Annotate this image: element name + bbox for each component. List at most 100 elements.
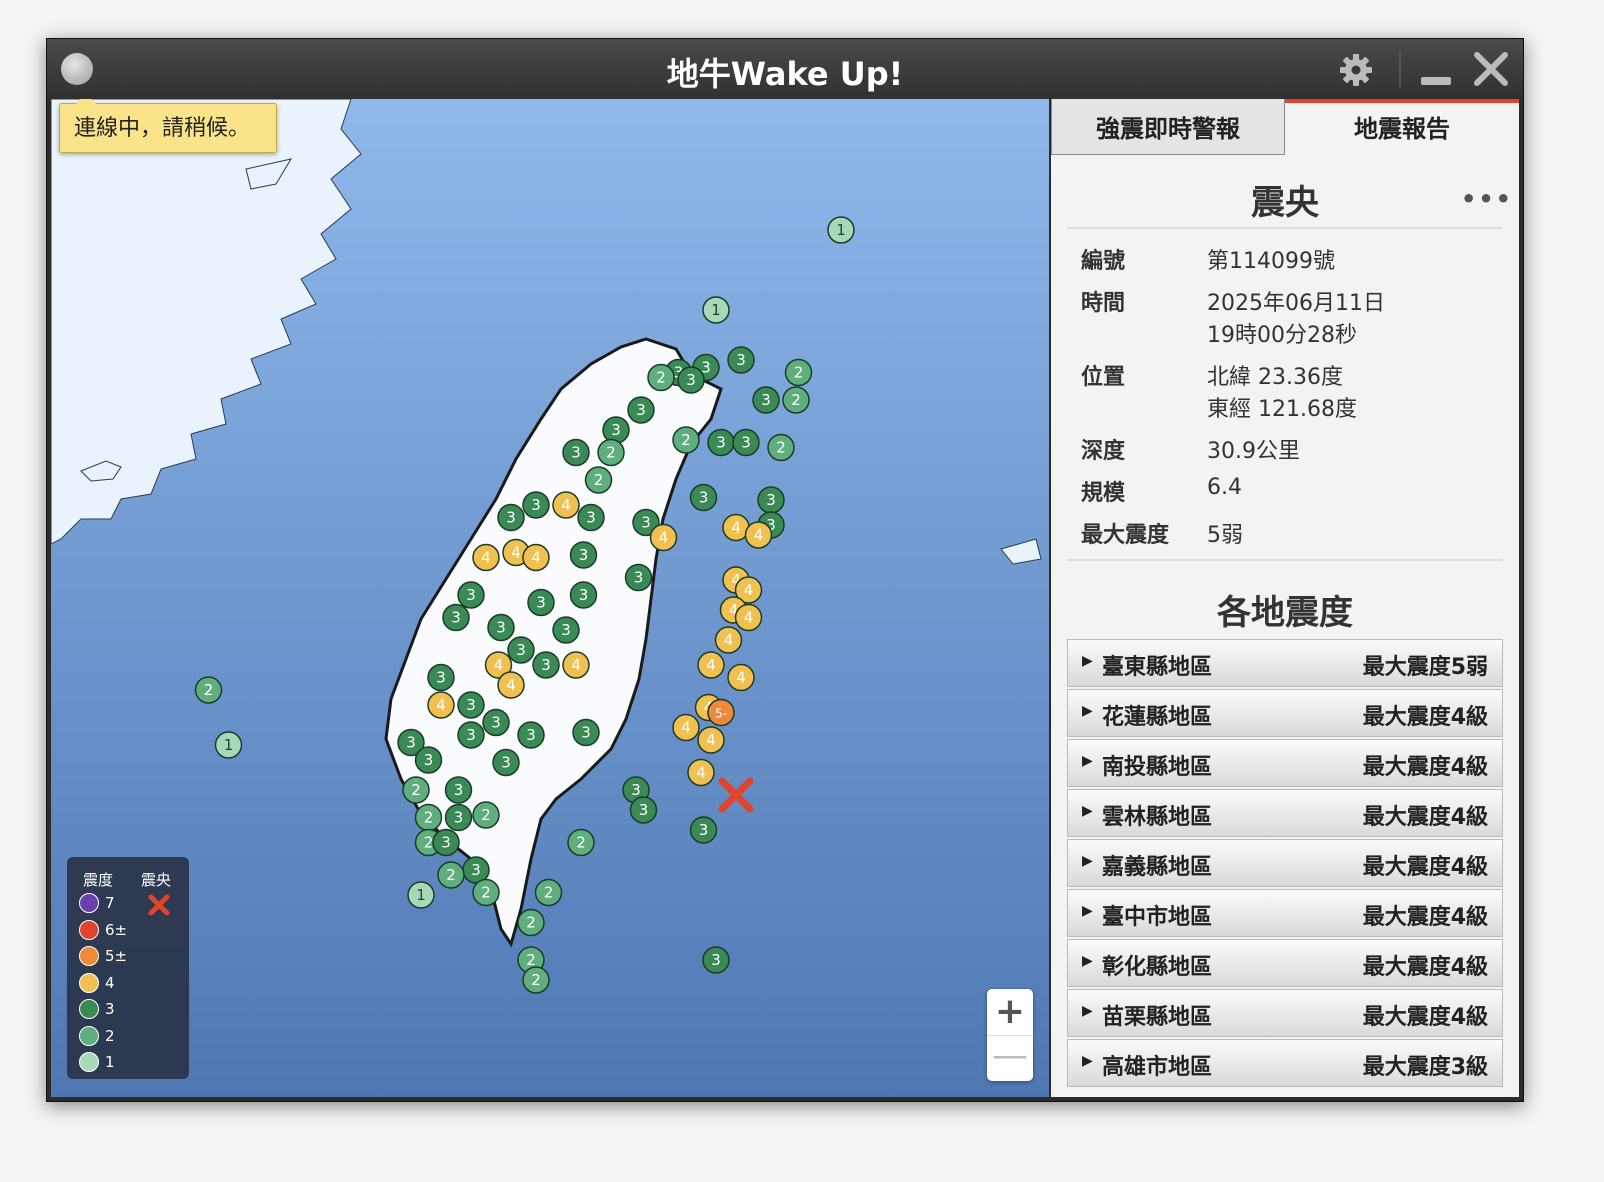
station-marker[interactable]: 4 (697, 651, 725, 679)
station-marker[interactable]: 3 (457, 691, 485, 719)
gear-icon[interactable] (1339, 53, 1373, 87)
station-marker[interactable]: 3 (517, 721, 545, 749)
station-marker[interactable]: 1 (702, 296, 730, 324)
station-intensity-label: 3 (579, 586, 589, 604)
station-marker[interactable]: 2 (597, 438, 625, 467)
zoom-in-button[interactable]: + (987, 989, 1033, 1035)
station-marker[interactable]: 4 (497, 671, 525, 699)
station-marker[interactable]: 3 (552, 616, 580, 644)
station-marker[interactable]: 3 (507, 636, 535, 664)
station-marker[interactable]: 2 (584, 466, 613, 494)
station-marker[interactable]: 3 (757, 486, 785, 514)
station-marker[interactable]: 3 (569, 581, 598, 609)
station-marker[interactable]: 1 (407, 881, 435, 909)
station-marker[interactable]: 3 (577, 503, 605, 532)
station-marker[interactable]: 3 (702, 946, 730, 974)
tab-realtime-alert[interactable]: 強震即時警報 (1051, 99, 1285, 155)
station-marker[interactable]: 4 (687, 758, 715, 787)
region-row-kaohsiung[interactable]: ▶ 高雄市地區 最大震度3級 (1067, 1039, 1503, 1087)
station-intensity-label: 4 (744, 581, 754, 599)
station-marker[interactable]: 3 (707, 428, 735, 457)
station-marker[interactable]: 3 (457, 581, 485, 609)
max-intensity-value: 5弱 (1207, 523, 1243, 548)
region-row-chiayi[interactable]: ▶ 嘉義縣地區 最大震度4級 (1067, 839, 1503, 887)
close-icon[interactable] (1471, 49, 1511, 89)
station-marker[interactable]: 2 (472, 878, 500, 907)
station-marker[interactable]: 2 (522, 966, 550, 994)
station-marker[interactable]: 3 (487, 613, 515, 642)
station-marker[interactable]: 3 (444, 803, 473, 832)
map-canvas[interactable]: 113332 3 223332 3 3 23 223 33 433 3344 44 4 4 33 443 3 3… (51, 99, 1049, 1097)
station-marker[interactable]: 3 (569, 541, 598, 569)
station-marker[interactable]: 2 (782, 386, 810, 414)
station-marker[interactable]: 4 (734, 603, 763, 632)
region-row-miaoli[interactable]: ▶ 苗栗縣地區 最大震度4級 (1067, 989, 1503, 1037)
station-marker[interactable]: 2 (517, 908, 545, 937)
station-marker[interactable]: 2 (437, 861, 465, 889)
region-row-hualien[interactable]: ▶ 花蓮縣地區 最大震度4級 (1067, 689, 1503, 737)
station-marker[interactable]: 2 (402, 776, 430, 804)
station-marker[interactable]: 3 (532, 651, 560, 679)
station-marker[interactable]: 1 (827, 216, 855, 244)
station-marker[interactable]: 3 (572, 718, 600, 747)
map-view[interactable]: 1133323223332332322333433334444443344333… (51, 99, 1049, 1097)
region-row-changhua[interactable]: ▶ 彰化縣地區 最大震度4級 (1067, 939, 1503, 987)
region-row-taitung[interactable]: ▶ 臺東縣地區 最大震度5弱 (1067, 639, 1503, 687)
station-marker[interactable]: 4 (727, 663, 755, 692)
station-marker[interactable]: 3 (627, 396, 655, 424)
tab-earthquake-report[interactable]: 地震報告 (1285, 99, 1519, 155)
station-intensity-label: 3 (424, 751, 434, 769)
station-marker[interactable]: 3 (562, 438, 590, 467)
station-marker[interactable]: 2 (194, 676, 223, 704)
station-marker[interactable]: 3 (629, 796, 658, 824)
station-marker[interactable]: 3 (727, 346, 755, 374)
station-marker[interactable]: 3 (444, 776, 473, 804)
station-marker[interactable]: 2 (647, 363, 675, 392)
station-marker[interactable]: 2 (567, 828, 595, 857)
station-marker[interactable]: 3 (432, 828, 460, 857)
station-marker[interactable]: 3 (602, 416, 630, 444)
station-marker[interactable]: 4 (472, 543, 500, 572)
station-marker[interactable]: 2 (534, 878, 563, 907)
station-marker[interactable]: 3 (522, 491, 550, 519)
station-marker[interactable]: 3 (414, 746, 443, 774)
station-marker[interactable]: 3 (442, 603, 470, 632)
station-marker[interactable]: 3 (732, 428, 760, 457)
station-marker[interactable]: 3 (624, 563, 653, 592)
station-marker[interactable]: 3 (689, 483, 718, 512)
station-marker[interactable]: 3 (689, 816, 718, 844)
station-marker[interactable]: 3 (677, 366, 705, 394)
station-marker[interactable]: 2 (414, 803, 443, 832)
more-options-icon[interactable]: ••• (1461, 185, 1513, 213)
station-marker[interactable]: 3 (752, 386, 780, 414)
station-marker[interactable]: 3 (427, 663, 455, 692)
station-marker[interactable]: 4 (427, 691, 455, 719)
station-marker[interactable]: 4 (552, 491, 580, 519)
region-row-nantou[interactable]: ▶ 南投縣地區 最大震度4級 (1067, 739, 1503, 787)
station-marker[interactable]: 4 (522, 543, 550, 572)
station-marker[interactable]: 2 (784, 358, 813, 387)
station-marker[interactable]: 2 (472, 801, 500, 829)
station-marker[interactable]: 4 (649, 523, 678, 552)
region-row-taichung[interactable]: ▶ 臺中市地區 最大震度4級 (1067, 889, 1503, 937)
station-marker[interactable]: 5- (707, 698, 735, 727)
station-marker[interactable]: 4 (714, 626, 743, 654)
station-marker[interactable]: 3 (492, 748, 520, 777)
station-marker[interactable]: 3 (482, 708, 510, 737)
station-marker[interactable]: 4 (697, 726, 725, 754)
region-max: 最大震度3級 (1362, 1055, 1488, 1080)
station-marker[interactable]: 1 (214, 731, 243, 759)
station-marker[interactable]: 3 (457, 721, 485, 749)
title-bar[interactable]: 地牛Wake Up! (47, 39, 1523, 99)
station-marker[interactable]: 3 (497, 503, 525, 532)
station-marker[interactable]: 4 (562, 651, 590, 679)
station-marker[interactable]: 2 (767, 433, 795, 462)
station-marker[interactable]: 4 (744, 521, 773, 549)
region-row-yunlin[interactable]: ▶ 雲林縣地區 最大震度4級 (1067, 789, 1503, 837)
station-marker[interactable]: 2 (672, 426, 700, 454)
station-marker[interactable]: 4 (672, 713, 700, 742)
station-marker[interactable]: 3 (527, 588, 555, 617)
minimize-icon[interactable] (1421, 77, 1451, 85)
station-intensity-label: 2 (656, 369, 666, 387)
zoom-out-button[interactable]: — (987, 1035, 1033, 1082)
